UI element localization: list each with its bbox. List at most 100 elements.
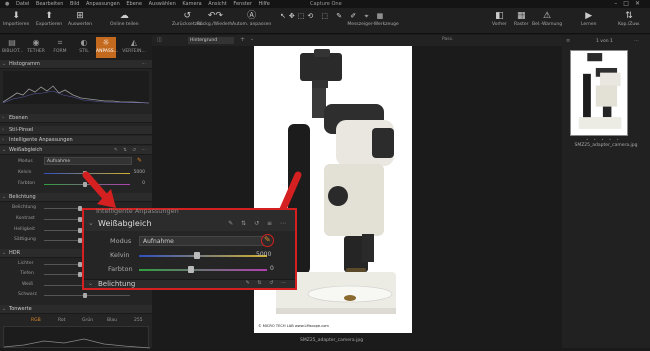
thumbnail[interactable] <box>570 50 628 136</box>
callout-mode-select[interactable]: Aufnahme <box>139 236 264 246</box>
menu-window[interactable]: Fenster <box>233 0 252 8</box>
menu-layer[interactable]: Ebene <box>126 0 142 8</box>
learn-button[interactable]: ▶ Lernen <box>581 11 596 27</box>
histogram-graph <box>2 85 150 104</box>
levels-tab-red[interactable]: Rot <box>58 318 65 323</box>
callout-next-tools-icon[interactable]: ✎ ⇅ ↺ ⋯ <box>246 280 289 286</box>
section-smart-adjustments[interactable]: › Intelligente Anpassungen <box>0 136 152 145</box>
levels-tab-green[interactable]: Grün <box>82 318 93 323</box>
tool-tabs: ▤ BIBLIOT... ◉ TETHER ⌗ FORM ◐ STIL ☼ ANPASS.… <box>0 35 152 60</box>
tab-adjust[interactable]: ☼ ANPASS... <box>96 37 118 58</box>
callout-tint-slider[interactable] <box>139 269 267 271</box>
callout-mode-label: Modus <box>110 237 132 245</box>
add-layer-icon[interactable]: + <box>240 36 245 43</box>
window-controls[interactable]: –□✕ <box>614 0 646 8</box>
section-exposure[interactable]: ⌄ Belichtung <box>0 193 152 202</box>
chevron-down-icon: ⌄ <box>2 61 7 67</box>
layer-select[interactable]: Hintergrund <box>188 37 234 44</box>
import-button[interactable]: ⬇ Importieren <box>3 11 29 27</box>
browser-list-icon[interactable]: ≡ <box>566 38 570 44</box>
layer-menu-icon[interactable]: ⌄ <box>250 36 254 42</box>
auto-adjust-button[interactable]: Ⓐ Autom. anpassen <box>232 11 271 27</box>
menu-edit[interactable]: Bearbeiten <box>36 0 63 8</box>
grid-icon: ▦ <box>517 11 526 21</box>
undo-icon: ↶↷ <box>207 11 223 21</box>
app-logo-icon[interactable]: ● <box>5 0 9 8</box>
grid-button[interactable]: ▦ Raster <box>514 11 529 27</box>
library-icon: ▤ <box>8 38 16 47</box>
chevron-down-icon: ⌄ <box>2 147 7 153</box>
share-icon: ☁ <box>119 11 129 21</box>
section-tools-icon[interactable]: ⋯ <box>142 60 149 69</box>
section-layers[interactable]: › Ebenen <box>0 114 152 123</box>
import-icon: ⬇ <box>12 11 20 21</box>
black-slider-handle[interactable] <box>83 293 87 298</box>
levels-tab-blue[interactable]: Blau <box>107 318 117 323</box>
callout-tools-icon[interactable]: ✎ ⇅ ↺ ≡ ⋯ <box>228 220 289 227</box>
section-tools-icon[interactable]: ✎ ⇅ ↺ ⋯ <box>114 146 148 155</box>
app-title: Capture One <box>310 1 342 7</box>
chevron-down-icon: ⌄ <box>88 280 94 287</box>
levels-tab-rgb[interactable]: RGB <box>31 318 41 323</box>
kelvin-value[interactable]: 5000 <box>131 170 145 175</box>
callout-pipette-button[interactable]: ✎ <box>261 234 274 247</box>
tab-refine[interactable]: ◭ VERFEIN... <box>120 37 148 58</box>
black-slider[interactable] <box>44 295 130 296</box>
callout-kelvin-value[interactable]: 5000 <box>256 251 271 258</box>
black-label: Schwarz <box>18 292 37 297</box>
callout-partial-header: Intelligente Anpassungen <box>96 207 179 215</box>
wb-mode-label: Modus <box>18 159 33 164</box>
browser-menu-icon[interactable]: ⋯ <box>634 38 639 44</box>
callout-kelvin-slider[interactable] <box>139 255 267 257</box>
menu-image[interactable]: Bild <box>70 0 79 8</box>
copy-apply-icon: ⇅ <box>625 11 633 21</box>
menu-adjustments[interactable]: Anpassungen <box>86 0 120 8</box>
tab-form[interactable]: ⌗ FORM <box>50 37 70 58</box>
chevron-down-icon[interactable]: ⌄ <box>88 219 94 227</box>
exposure-icon: ☼ <box>102 38 110 47</box>
levels-histogram-graph <box>3 338 151 349</box>
zoom-callout: Intelligente Anpassungen ⌄ Weißabgleich … <box>82 207 297 290</box>
section-white-balance[interactable]: ⌄ Weißabgleich ✎ ⇅ ↺ ⋯ <box>0 146 152 155</box>
wb-picker-icon[interactable]: ✎ <box>137 157 142 164</box>
cursor-tools[interactable]: ↖✥⬚⟲ ⬚ ✎ ✐ ⌖ ▦ Messzeiger-Werkzeuge <box>280 11 399 27</box>
chevron-right-icon: › <box>2 115 4 121</box>
wb-mode-select[interactable]: Aufnahme <box>44 157 132 165</box>
pipette-icon: ✎ <box>264 235 271 244</box>
thumbnail-rating[interactable]: • • • • • <box>586 137 621 142</box>
section-style-brush[interactable]: › Stil-Pinsel <box>0 126 152 135</box>
exposure-warning-button[interactable]: ⚠ Bel.-Warnung <box>532 11 562 27</box>
tab-style[interactable]: ◐ STIL <box>74 37 94 58</box>
menu-help[interactable]: Hilfe <box>258 0 269 8</box>
play-icon: ▶ <box>585 11 593 21</box>
copy-apply-button[interactable]: ⇅ Kop./Zuw. <box>618 11 640 27</box>
tab-library[interactable]: ▤ BIBLIOT... <box>2 37 23 58</box>
layers-icon[interactable]: ◫ <box>157 37 162 43</box>
callout-next-section[interactable]: ⌄ Belichtung ✎ ⇅ ↺ ⋯ <box>84 279 295 288</box>
before-button[interactable]: ◧ Vorher <box>492 11 507 27</box>
browser-counter: 1 von 1 <box>596 39 613 44</box>
camera-icon: ◉ <box>32 38 40 47</box>
levels-histogram[interactable] <box>3 326 151 349</box>
callout-kelvin-handle[interactable] <box>194 252 200 259</box>
undo-redo-button[interactable]: ↶↷ Rückg./Wiederh. <box>197 11 234 27</box>
tint-value[interactable]: 0 <box>131 181 145 186</box>
menu-select[interactable]: Auswählen <box>149 0 176 8</box>
warning-icon: ⚠ <box>543 11 552 21</box>
callout-tint-handle[interactable] <box>188 266 194 273</box>
evaluate-button[interactable]: ⊞ Auswerten <box>68 11 92 27</box>
chevron-down-icon: ⌄ <box>2 306 7 312</box>
export-button[interactable]: ⬆ Exportieren <box>36 11 62 27</box>
menu-camera[interactable]: Kamera <box>182 0 201 8</box>
tab-tether[interactable]: ◉ TETHER <box>26 37 46 58</box>
callout-tint-value[interactable]: 0 <box>270 265 274 272</box>
share-online-button[interactable]: ☁ Online teilen <box>110 11 139 27</box>
thumbnail-caption: SMZ25_adapter_camera.jpg <box>574 143 638 148</box>
menu-file[interactable]: Datei <box>16 0 29 8</box>
section-histogram[interactable]: ⌄ Histogramm ⋯ <box>0 60 152 69</box>
menu-bar: ● Datei Bearbeiten Bild Anpassungen Eben… <box>0 0 650 8</box>
chevron-right-icon: › <box>2 137 4 143</box>
color-icon: ◐ <box>80 38 88 47</box>
section-levels[interactable]: ⌄ Tonwerte <box>0 305 152 314</box>
menu-view[interactable]: Ansicht <box>208 0 226 8</box>
